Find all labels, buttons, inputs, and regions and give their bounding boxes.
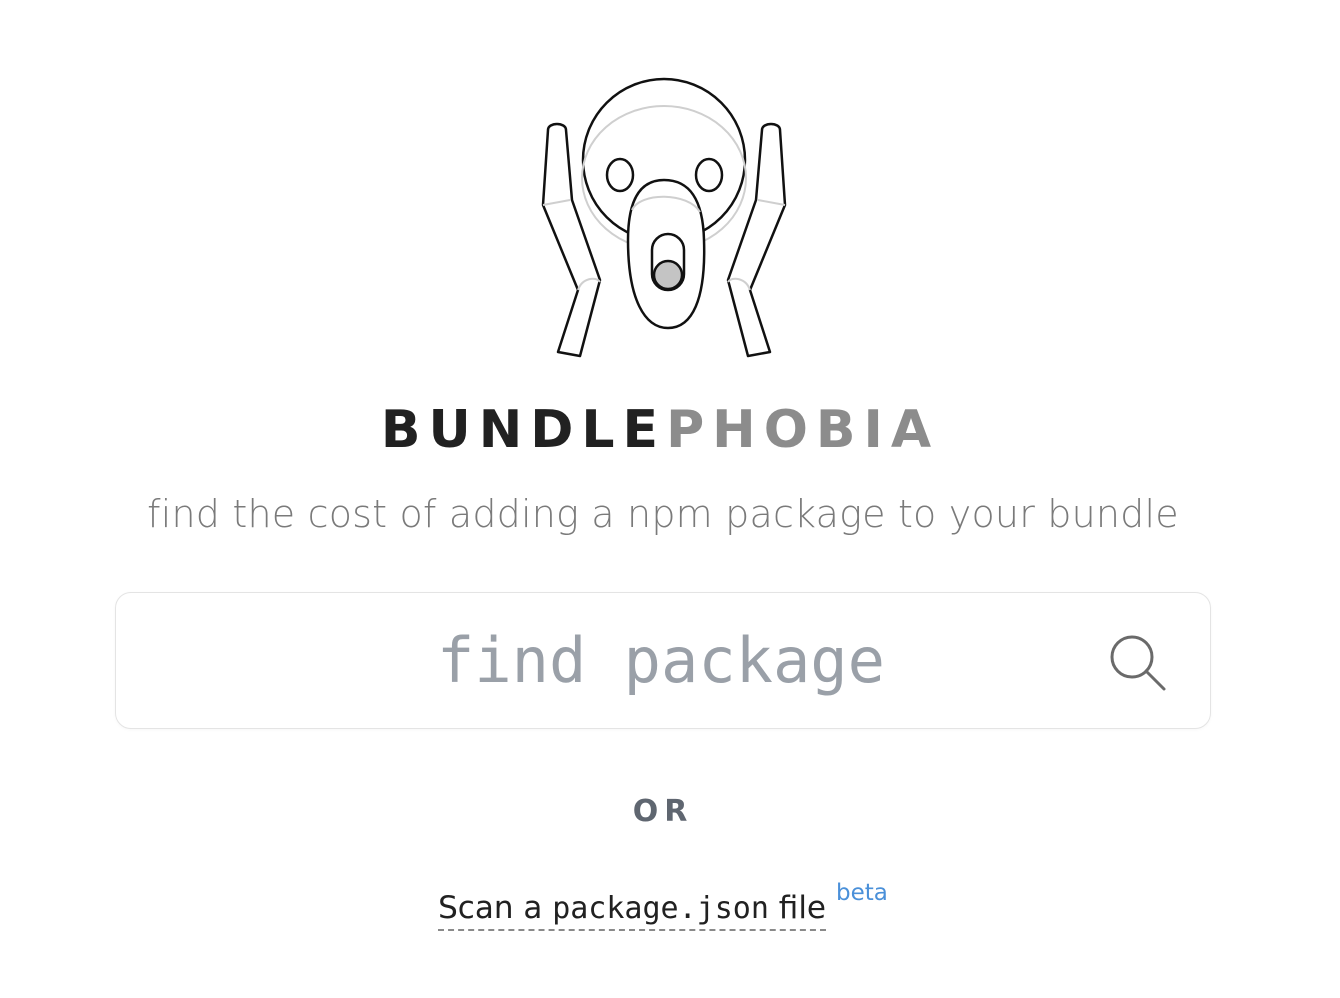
brand-name-phobia: PHOBIA xyxy=(666,400,940,460)
scan-row: Scan a package.json file beta xyxy=(0,880,1326,931)
scan-package-json-link[interactable]: Scan a package.json file xyxy=(438,888,827,931)
scan-suffix: file xyxy=(768,890,827,926)
or-separator: OR xyxy=(632,794,694,829)
beta-badge: beta xyxy=(836,880,888,906)
brand-name-bundle: BUNDLE xyxy=(380,400,667,460)
brand-wordmark: BUNDLEPHOBIA xyxy=(0,398,1320,462)
screaming-face-logo xyxy=(541,77,787,358)
search-box xyxy=(115,592,1211,729)
scan-prefix: Scan a xyxy=(438,890,553,926)
tagline: find the cost of adding a npm package to… xyxy=(147,492,1179,536)
search-icon[interactable] xyxy=(1108,633,1168,693)
search-input[interactable] xyxy=(156,593,1166,727)
scan-file-name: package.json xyxy=(552,891,769,926)
